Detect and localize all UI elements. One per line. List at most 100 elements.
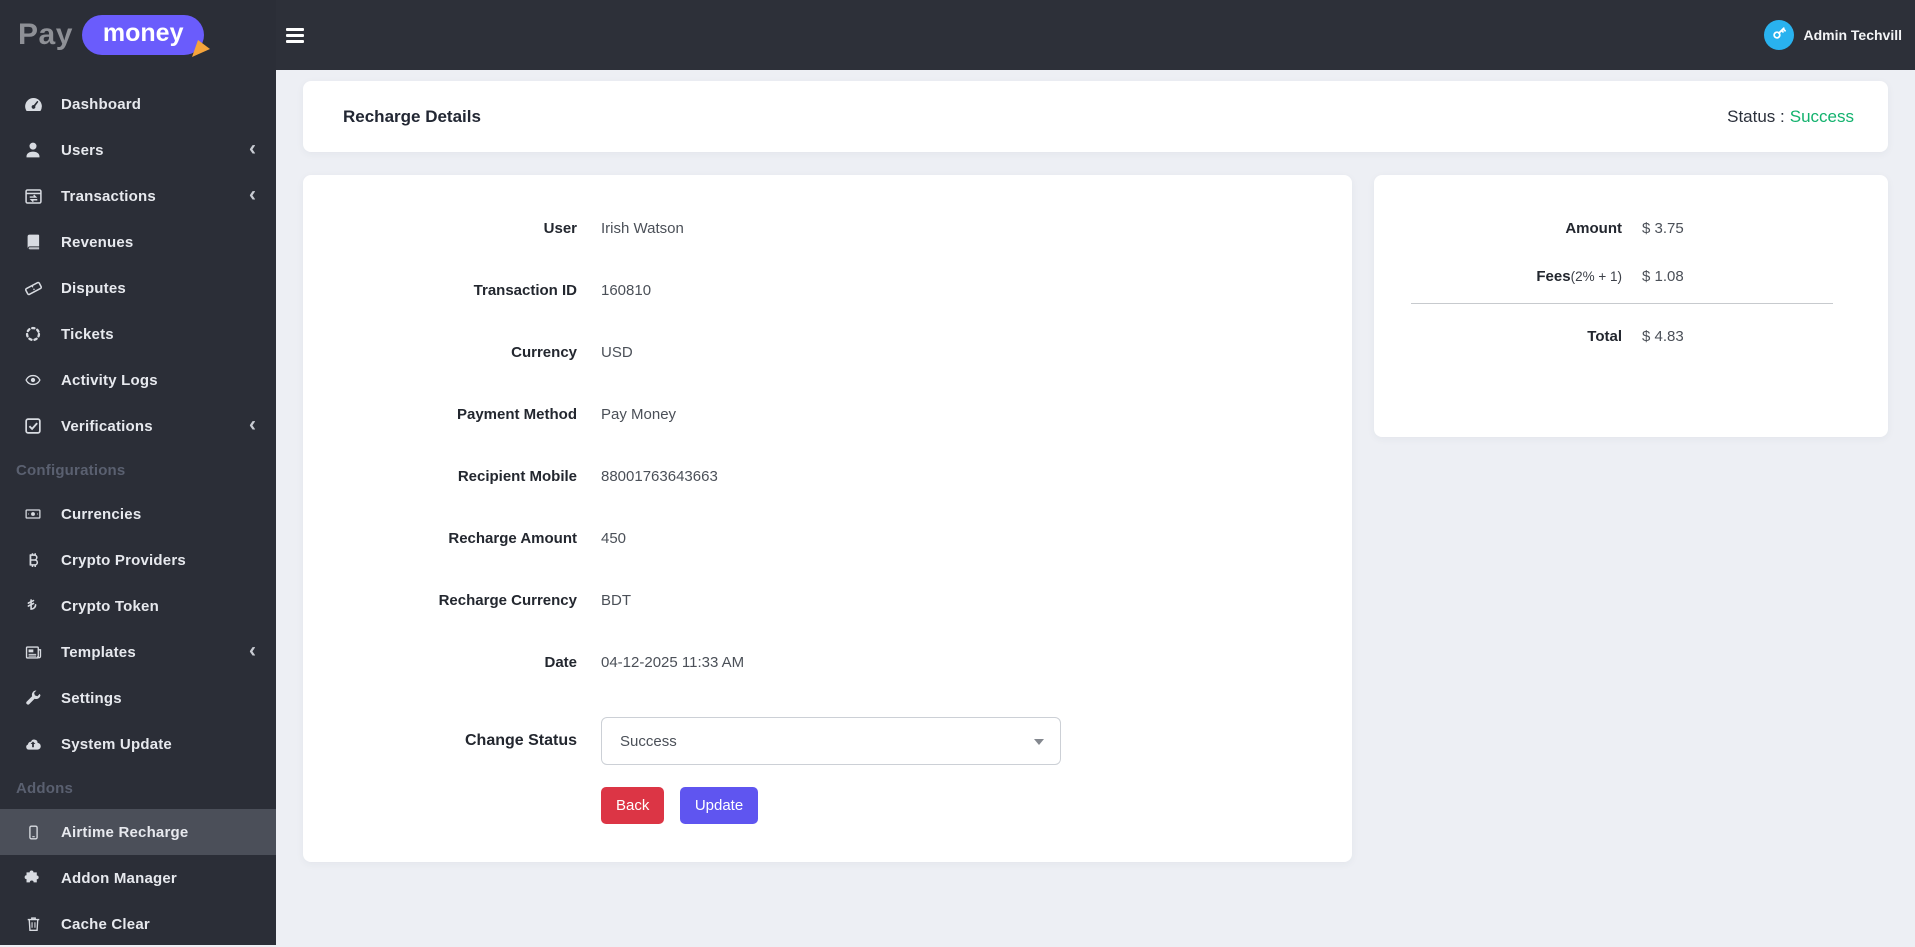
page-header-card: Recharge Details Status : Success <box>303 81 1888 152</box>
sidebar-item-label: Dashboard <box>61 95 142 113</box>
sidebar-item-settings[interactable]: Settings <box>0 675 276 721</box>
update-button[interactable]: Update <box>679 787 759 824</box>
chevron-left-icon: ‹ <box>249 182 256 206</box>
sidebar-item-label: Settings <box>61 689 122 707</box>
sidebar-item-crypto-token[interactable]: Crypto Token <box>0 583 276 629</box>
summary-label: Amount <box>1565 219 1622 237</box>
chevron-left-icon: ‹ <box>249 638 256 662</box>
summary-row-fees: Fees(2% + 1) $ 1.08 <box>1374 252 1888 300</box>
sidebar-item-disputes[interactable]: Disputes <box>0 265 276 311</box>
users-icon <box>22 140 44 160</box>
field-label: Recharge Amount <box>448 529 577 547</box>
summary-label-note: (2% + 1) <box>1570 268 1622 284</box>
sidebar-item-label: Airtime Recharge <box>61 823 189 841</box>
sidebar-item-revenues[interactable]: Revenues <box>0 219 276 265</box>
avatar[interactable] <box>1764 20 1795 50</box>
sidebar-item-transactions[interactable]: Transactions ‹ <box>0 173 276 219</box>
settings-icon <box>22 688 44 708</box>
crypto-token-icon <box>22 596 44 616</box>
sidebar-item-verifications[interactable]: Verifications ‹ <box>0 403 276 449</box>
sidebar-item-label: System Update <box>61 735 172 753</box>
addon-manager-icon <box>22 868 44 888</box>
transactions-icon <box>22 186 44 206</box>
sidebar-item-tickets[interactable]: Tickets <box>0 311 276 357</box>
page-title: Recharge Details <box>343 106 481 126</box>
crypto-providers-icon <box>22 550 44 570</box>
sidebar-item-label: Crypto Token <box>61 597 159 615</box>
dashboard-icon <box>22 94 44 114</box>
tickets-icon <box>22 324 44 344</box>
chevron-left-icon: ‹ <box>249 136 256 160</box>
sidebar-item-cache-clear[interactable]: Cache Clear <box>0 901 276 947</box>
field-value: 450 <box>601 529 627 547</box>
field-value: 160810 <box>601 281 652 299</box>
chevron-left-icon: ‹ <box>249 412 256 436</box>
verifications-icon <box>22 416 44 436</box>
field-value: 04-12-2025 11:33 AM <box>601 653 745 671</box>
detail-row-user: User Irish Watson <box>303 197 1352 259</box>
sidebar-section-configurations: Configurations <box>16 461 126 479</box>
revenues-icon <box>22 232 44 252</box>
brand-logo-money-pill: money <box>81 15 211 57</box>
sidebar-item-label: Revenues <box>61 233 134 251</box>
field-label: User <box>543 219 577 237</box>
sidebar-item-currencies[interactable]: Currencies <box>0 491 276 537</box>
chevron-down-icon <box>1034 739 1044 745</box>
sidebar-item-activity-logs[interactable]: Activity Logs <box>0 357 276 403</box>
sidebar-item-users[interactable]: Users ‹ <box>0 127 276 173</box>
field-label: Recipient Mobile <box>457 467 577 485</box>
sidebar-section-addons: Addons <box>16 779 74 797</box>
sidebar-menu: Dashboard Users ‹ Transactions ‹ Revenues Disp… <box>0 70 276 947</box>
sidebar-item-crypto-providers[interactable]: Crypto Providers <box>0 537 276 583</box>
field-label: Transaction ID <box>473 281 577 299</box>
sidebar-item-dashboard[interactable]: Dashboard <box>0 81 276 127</box>
detail-row-recipient-mobile: Recipient Mobile 88001763643663 <box>303 445 1352 507</box>
main-content: Recharge Details Status : Success User Iri… <box>276 70 1915 873</box>
sidebar: Pay money Dashboard Users ‹ Transactions ‹ Re… <box>0 0 276 945</box>
summary-value: $ 3.75 <box>1641 219 1684 237</box>
total-label: Total <box>1587 327 1622 345</box>
back-button[interactable]: Back <box>601 787 665 824</box>
sidebar-item-templates[interactable]: Templates ‹ <box>0 629 276 675</box>
form-actions-row: Back Update <box>303 787 1352 824</box>
topbar: Admin Techvill <box>276 0 1915 70</box>
hamburger-icon[interactable] <box>280 19 310 52</box>
key-icon <box>1770 24 1788 47</box>
change-status-select[interactable]: Success <box>601 717 1061 765</box>
status-label: Status : <box>1727 106 1785 126</box>
sidebar-item-airtime-recharge[interactable]: Airtime Recharge <box>0 809 276 855</box>
field-label: Payment Method <box>456 405 577 423</box>
summary-divider <box>1410 303 1833 304</box>
airtime-recharge-icon <box>22 822 44 842</box>
summary-total-row: Total $ 4.83 <box>1374 307 1888 365</box>
sidebar-item-label: Disputes <box>61 279 126 297</box>
detail-fields: User Irish Watson Transaction ID 160810 Curr… <box>303 197 1352 693</box>
summary-row-amount: Amount $ 3.75 <box>1374 204 1888 252</box>
field-value: 88001763643663 <box>601 467 718 485</box>
brand-logo[interactable]: Pay money <box>0 0 276 70</box>
system-update-icon <box>22 734 44 754</box>
change-status-row: Change Status Success <box>303 717 1352 765</box>
sidebar-item-label: Templates <box>61 643 136 661</box>
sidebar-item-label: Transactions <box>61 187 156 205</box>
total-value: $ 4.83 <box>1641 327 1684 345</box>
change-status-selected-value: Success <box>620 732 677 750</box>
field-label: Currency <box>511 343 577 361</box>
summary-label: Fees(2% + 1) <box>1536 267 1622 285</box>
sidebar-item-label: Activity Logs <box>61 371 158 389</box>
sidebar-item-label: Verifications <box>61 417 153 435</box>
field-label: Date <box>544 653 577 671</box>
sidebar-item-system-update[interactable]: System Update <box>0 721 276 767</box>
sidebar-item-addon-manager[interactable]: Addon Manager <box>0 855 276 901</box>
user-menu[interactable]: Admin Techvill <box>1764 20 1915 50</box>
sidebar-item-label: Crypto Providers <box>61 551 186 569</box>
disputes-icon <box>22 278 44 298</box>
brand-logo-pay-text: Pay <box>18 18 73 51</box>
detail-row-recharge-currency: Recharge Currency BDT <box>303 569 1352 631</box>
summary-rows: Amount $ 3.75 Fees(2% + 1) $ 1.08 <box>1374 204 1888 300</box>
field-label: Recharge Currency <box>438 591 577 609</box>
cursor-arrow-icon <box>189 36 211 63</box>
admin-user-name: Admin Techvill <box>1803 27 1902 43</box>
detail-row-transaction-id: Transaction ID 160810 <box>303 259 1352 321</box>
brand-logo-money-text: money <box>102 19 184 47</box>
